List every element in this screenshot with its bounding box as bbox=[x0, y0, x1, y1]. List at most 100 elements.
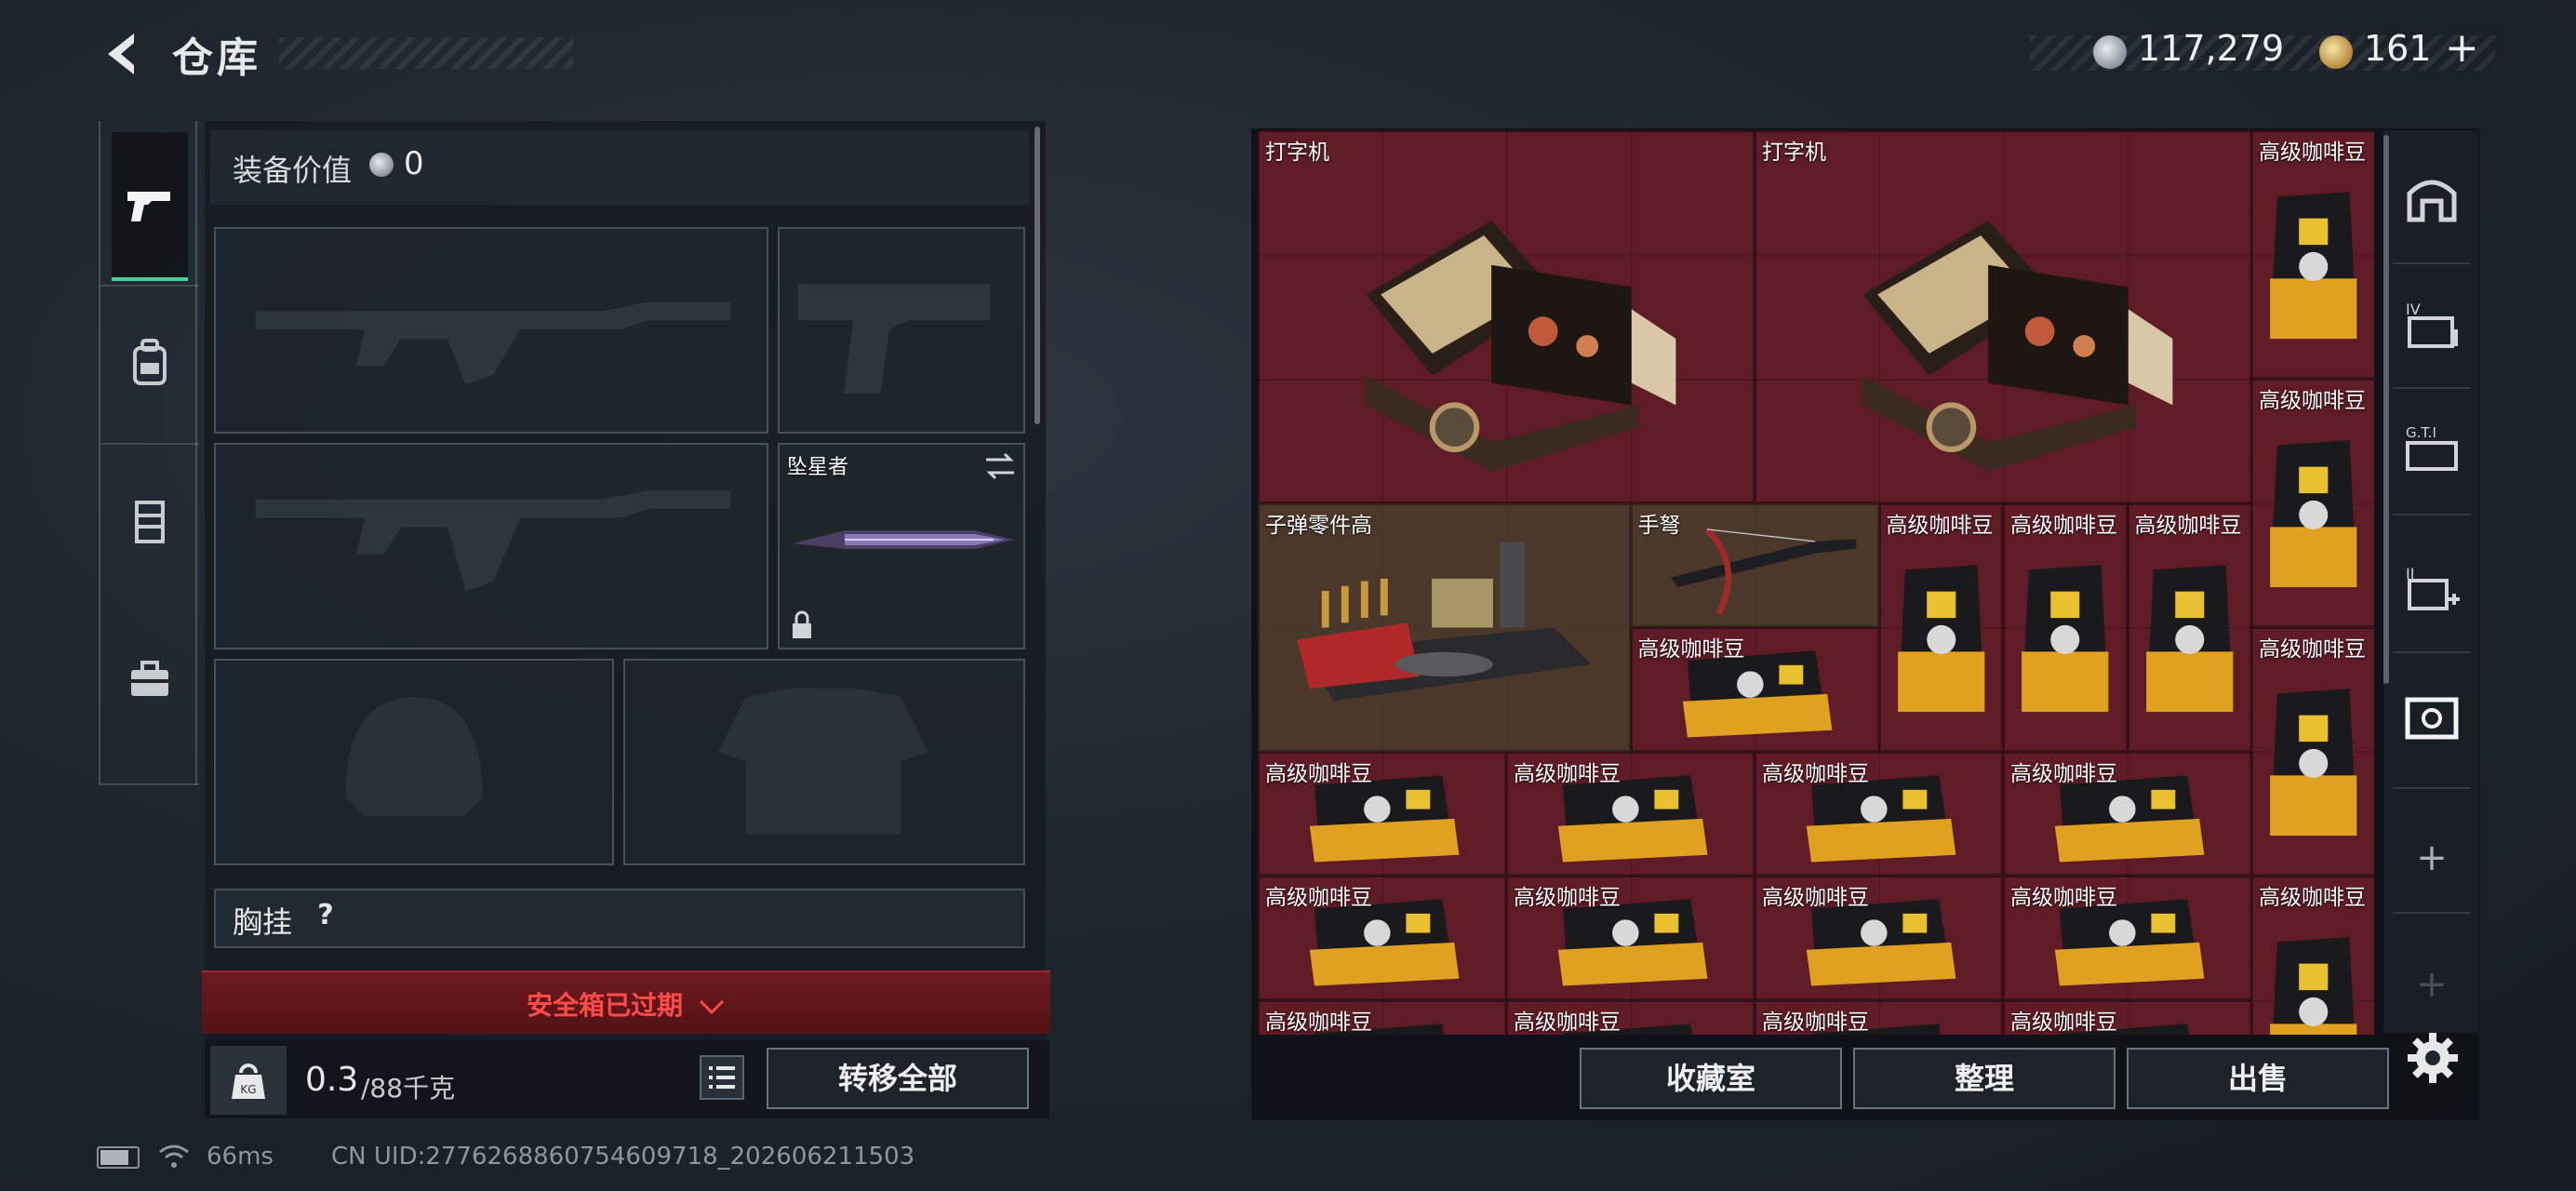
stash-item-label: 高级咖啡豆 bbox=[1514, 886, 1621, 910]
pistol-slot[interactable] bbox=[778, 227, 1025, 434]
safe-box-expired-bar[interactable]: 安全箱已过期 bbox=[202, 970, 1050, 1034]
stash-item-typewriter[interactable]: 打字机 bbox=[1755, 130, 2251, 503]
sell-button[interactable]: 出售 bbox=[2127, 1048, 2389, 1109]
battery-icon bbox=[97, 1146, 140, 1169]
rail-vest[interactable] bbox=[112, 447, 188, 596]
stash-item-coffee-v[interactable]: 高级咖啡豆 bbox=[2251, 130, 2374, 379]
silver-coin-icon bbox=[369, 153, 394, 177]
rail-storage-room[interactable] bbox=[2387, 141, 2476, 253]
stash-item-coffee-h[interactable]: 高级咖啡豆 bbox=[1258, 999, 1506, 1035]
knife-icon bbox=[793, 530, 1014, 549]
gear-icon[interactable] bbox=[2406, 1031, 2460, 1085]
melee-slot[interactable]: 坠星者 bbox=[778, 443, 1025, 649]
stash-item-coffee-v[interactable]: 高级咖啡豆 bbox=[2251, 627, 2374, 876]
weight-max: /88千克 bbox=[361, 1073, 456, 1104]
rail-toolbox[interactable] bbox=[112, 605, 188, 754]
coffee-bean-bag-icon bbox=[2270, 689, 2357, 836]
coffee-bean-bag-icon bbox=[2270, 440, 2357, 588]
stash-item-ammo-parts[interactable]: 子弹零件高 bbox=[1258, 502, 1631, 752]
safe-box-status: 安全箱已过期 bbox=[202, 985, 1050, 1023]
wifi-icon bbox=[159, 1144, 189, 1168]
coffee-bean-bag-icon bbox=[2145, 564, 2233, 712]
lock-icon bbox=[793, 610, 811, 638]
collection-room-button[interactable]: 收藏室 bbox=[1580, 1048, 1842, 1109]
stash-item-label: 高级咖啡豆 bbox=[1514, 761, 1621, 786]
list-view-button[interactable] bbox=[700, 1055, 744, 1100]
stash-item-label: 高级咖啡豆 bbox=[2010, 1010, 2117, 1035]
rail-gti[interactable]: G.T.I bbox=[2387, 391, 2476, 502]
stash-item-coffee-h[interactable]: 高级咖啡豆 bbox=[2003, 751, 2251, 876]
gold-coin-icon bbox=[2319, 35, 2353, 69]
stash-grid: 打字机 打字机 高级咖啡豆 高级咖啡豆 子弹零件高 手弩 高级咖啡豆 高级咖啡豆 高级咖啡豆 高级… bbox=[1258, 130, 2374, 1035]
add-currency-button[interactable]: + bbox=[2445, 24, 2479, 72]
stash-item-coffee-v[interactable]: 高级咖啡豆 bbox=[1878, 502, 2003, 752]
stash-item-label: 高级咖啡豆 bbox=[1514, 1010, 1621, 1035]
gold-currency-value: 161 bbox=[2364, 28, 2432, 69]
chest-rig-label: 胸挂 bbox=[233, 904, 293, 940]
stash-item-coffee-h[interactable]: 高级咖啡豆 bbox=[1755, 751, 2003, 876]
rail-stash-add[interactable]: II bbox=[2387, 532, 2476, 644]
stash-item-coffee-h[interactable]: 高级咖啡豆 bbox=[1755, 876, 2003, 1000]
rail-photo[interactable] bbox=[2387, 662, 2476, 774]
stash-item-coffee-v[interactable]: 高级咖啡豆 bbox=[2127, 502, 2251, 752]
armor-silhouette-icon bbox=[718, 688, 928, 835]
rail-divider bbox=[100, 443, 199, 445]
stash-item-label: 子弹零件高 bbox=[1265, 513, 1372, 538]
stash-item-label: 高级咖啡豆 bbox=[2010, 761, 2117, 786]
pistol-icon bbox=[127, 192, 170, 221]
stash-item-coffee-h[interactable]: 高级咖啡豆 bbox=[1506, 751, 1755, 876]
swap-icon[interactable] bbox=[982, 450, 1018, 482]
gti-icon: G.T.I bbox=[2406, 424, 2458, 471]
stash-item-coffee-h[interactable]: 高级咖啡豆 bbox=[1755, 999, 2003, 1035]
stash-item-coffee-h[interactable]: 高级咖啡豆 bbox=[1258, 876, 1506, 1000]
stash-item-coffee-v[interactable]: 高级咖啡豆 bbox=[2251, 379, 2374, 627]
stash-item-coffee-h[interactable]: 高级咖啡豆 bbox=[2003, 876, 2251, 1000]
back-arrow-icon[interactable] bbox=[97, 28, 149, 80]
svg-text:G.T.I: G.T.I bbox=[2406, 424, 2436, 441]
kg-label: KG bbox=[240, 1083, 256, 1096]
stash-item-typewriter[interactable]: 打字机 bbox=[1258, 130, 1755, 503]
chest-rig-help-icon[interactable]: ? bbox=[307, 899, 344, 936]
helmet-slot[interactable] bbox=[214, 659, 614, 865]
primary-weapon-slot-2[interactable] bbox=[214, 443, 768, 649]
page-title: 仓库 bbox=[172, 34, 261, 82]
rail-add-1[interactable]: + bbox=[2387, 802, 2476, 914]
armor-slot[interactable] bbox=[623, 659, 1025, 865]
rail-divider bbox=[100, 783, 199, 785]
rail-add-2[interactable]: + bbox=[2387, 929, 2476, 1040]
stash-item-label: 高级咖啡豆 bbox=[2259, 389, 2366, 413]
rail-divider bbox=[2393, 262, 2471, 264]
stash-item-label: 高级咖啡豆 bbox=[1762, 886, 1869, 910]
stash-4-icon: IV bbox=[2406, 301, 2458, 348]
stash-item-coffee-h[interactable]: 高级咖啡豆 bbox=[1506, 876, 1755, 1000]
stash-item-label: 高级咖啡豆 bbox=[1762, 1010, 1869, 1035]
rail-divider bbox=[2393, 387, 2471, 389]
chevron-down-icon bbox=[699, 999, 724, 1015]
stash-item-coffee-v[interactable]: 高级咖啡豆 bbox=[2251, 876, 2374, 1035]
stash-item-crossbow[interactable]: 手弩 bbox=[1630, 502, 1879, 627]
stash-item-coffee-h[interactable]: 高级咖啡豆 bbox=[1630, 627, 1879, 752]
equipment-scrollbar[interactable] bbox=[1034, 127, 1040, 424]
rail-divider bbox=[2393, 787, 2471, 789]
equipment-value: 0 bbox=[404, 145, 424, 182]
stash-item-label: 打字机 bbox=[1762, 141, 1826, 165]
primary-weapon-slot-1[interactable] bbox=[214, 227, 768, 434]
stash-item-coffee-h[interactable]: 高级咖啡豆 bbox=[2003, 999, 2251, 1035]
coffee-bean-bag-icon bbox=[2022, 564, 2109, 712]
silver-coin-icon bbox=[2093, 35, 2127, 69]
backpack-icon bbox=[133, 339, 167, 385]
rail-stash-4[interactable]: IV bbox=[2387, 268, 2476, 380]
stash-item-coffee-h[interactable]: 高级咖啡豆 bbox=[1506, 999, 1755, 1035]
vest-icon bbox=[135, 501, 165, 543]
stash-item-coffee-v[interactable]: 高级咖啡豆 bbox=[2003, 502, 2128, 752]
safe-box-status-text: 安全箱已过期 bbox=[527, 990, 684, 1021]
stash-item-coffee-h[interactable]: 高级咖啡豆 bbox=[1258, 751, 1506, 876]
rail-weapons[interactable] bbox=[112, 132, 188, 281]
typewriter-icon bbox=[1862, 221, 2173, 472]
stash-item-label: 高级咖啡豆 bbox=[1886, 513, 1994, 538]
stash-item-label: 手弩 bbox=[1637, 513, 1681, 538]
organize-button[interactable]: 整理 bbox=[1853, 1048, 2116, 1109]
transfer-all-button[interactable]: 转移全部 bbox=[767, 1048, 1029, 1109]
rail-divider bbox=[2393, 514, 2471, 515]
rail-backpack[interactable] bbox=[112, 288, 188, 437]
